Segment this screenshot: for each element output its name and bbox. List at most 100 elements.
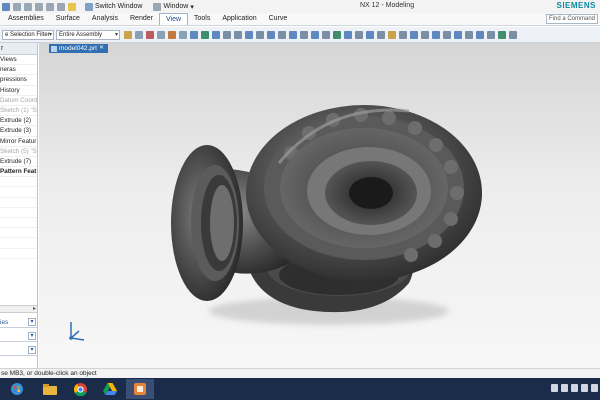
- color-icon[interactable]: [498, 30, 506, 39]
- navigator-panel-preview[interactable]: ▾: [0, 345, 37, 356]
- point-icon[interactable]: [223, 30, 231, 39]
- window-menu-button[interactable]: Window ▾: [153, 2, 194, 11]
- save-icon[interactable]: [13, 2, 21, 11]
- navigator-item[interactable]: History: [0, 86, 37, 96]
- navigator-item[interactable]: Sketch (1) "SK: [0, 106, 37, 117]
- navigator-horizontal-scrollbar[interactable]: ▸: [0, 305, 37, 313]
- system-tray: [551, 384, 598, 392]
- navigator-item[interactable]: pressions: [0, 75, 37, 86]
- nx-logo-icon[interactable]: [2, 2, 10, 11]
- end-point-icon[interactable]: [256, 30, 264, 39]
- navigator-panel-details[interactable]: ▾: [0, 331, 37, 342]
- undo-icon[interactable]: [24, 2, 32, 11]
- tangent-icon[interactable]: [311, 30, 319, 39]
- pump-housing-model[interactable]: [39, 43, 600, 368]
- pan-icon[interactable]: [432, 30, 440, 39]
- tab-render[interactable]: Render: [124, 13, 159, 25]
- chrome-icon: [73, 382, 87, 396]
- navigator-empty-row: [0, 249, 37, 259]
- section-view-icon[interactable]: [212, 30, 220, 39]
- orient-view-icon[interactable]: [399, 30, 407, 39]
- navigator-item[interactable]: Mirror Featur: [0, 137, 37, 147]
- chevron-down-icon[interactable]: ▾: [28, 346, 36, 354]
- title-bar: Switch Window Window ▾ NX 12 - Modeling …: [0, 0, 600, 13]
- navigator-item[interactable]: Datum Coord: [0, 96, 37, 106]
- status-bar: se MB3, or double-click an object: [0, 368, 600, 378]
- graphics-window[interactable]: model042.prt ✕: [39, 43, 600, 368]
- tab-view[interactable]: View: [158, 13, 189, 25]
- deselect-icon[interactable]: [135, 30, 143, 39]
- volume-icon[interactable]: [581, 384, 588, 392]
- cut-icon[interactable]: [46, 2, 54, 11]
- tab-assemblies[interactable]: Assemblies: [2, 13, 50, 25]
- battery-icon[interactable]: [571, 384, 578, 392]
- network-icon[interactable]: [561, 384, 568, 392]
- navigator-item[interactable]: Pattern Feat: [0, 167, 37, 178]
- lasso-icon[interactable]: [157, 30, 165, 39]
- quick-access-toolbar: Switch Window Window ▾: [0, 2, 194, 11]
- tab-tools[interactable]: Tools: [188, 13, 216, 25]
- shaded-view-icon[interactable]: [190, 30, 198, 39]
- snap-icon[interactable]: [168, 30, 176, 39]
- select-all-icon[interactable]: [124, 30, 132, 39]
- edge-icon[interactable]: [355, 30, 363, 39]
- tray-chevron-icon[interactable]: [551, 384, 558, 392]
- window-title: NX 12 - Modeling: [360, 2, 415, 9]
- navigator-item[interactable]: Extrude (2): [0, 116, 37, 127]
- copy-icon[interactable]: [57, 2, 65, 11]
- part-navigator: r Views neras pressions History Datum Co…: [0, 43, 38, 368]
- settings-icon[interactable]: [487, 30, 495, 39]
- start-button[interactable]: [0, 379, 34, 399]
- switch-window-icon: [85, 2, 93, 11]
- layer-icon[interactable]: [377, 30, 385, 39]
- paste-icon[interactable]: [68, 2, 76, 11]
- coordinate-triad-icon[interactable]: [65, 318, 87, 344]
- zoom-icon[interactable]: [421, 30, 429, 39]
- tab-analysis[interactable]: Analysis: [86, 13, 124, 25]
- wireframe-icon[interactable]: [201, 30, 209, 39]
- assembly-scope-select[interactable]: Entire Assembly: [56, 29, 120, 40]
- line-icon[interactable]: [234, 30, 242, 39]
- intersection-icon[interactable]: [300, 30, 308, 39]
- chevron-down-icon[interactable]: ▾: [28, 332, 36, 340]
- perpendicular-icon[interactable]: [322, 30, 330, 39]
- navigator-panel-dependencies[interactable]: ies ▾: [0, 317, 37, 328]
- show-hide-icon[interactable]: [388, 30, 396, 39]
- feature-icon[interactable]: [366, 30, 374, 39]
- navigator-item[interactable]: Extrude (3): [0, 126, 37, 137]
- taskbar-chrome[interactable]: [66, 379, 94, 399]
- taskbar-file-explorer[interactable]: [36, 379, 64, 399]
- navigator-item[interactable]: Views: [0, 55, 37, 66]
- navigator-empty-row: [0, 177, 37, 188]
- command-search-input[interactable]: Find a Command: [546, 14, 598, 24]
- mid-point-icon[interactable]: [267, 30, 275, 39]
- curve-icon[interactable]: [245, 30, 253, 39]
- rectangle-select-icon[interactable]: [179, 30, 187, 39]
- center-point-icon[interactable]: [278, 30, 286, 39]
- tab-curve[interactable]: Curve: [263, 13, 294, 25]
- grid-icon[interactable]: [465, 30, 473, 39]
- navigator-item[interactable]: Extrude (7): [0, 157, 37, 168]
- redo-icon[interactable]: [35, 2, 43, 11]
- taskbar-nx-app[interactable]: [126, 379, 154, 399]
- face-icon[interactable]: [333, 30, 341, 39]
- fit-icon[interactable]: [410, 30, 418, 39]
- body-icon[interactable]: [344, 30, 352, 39]
- scroll-right-icon[interactable]: ▸: [33, 305, 36, 312]
- table-icon[interactable]: [476, 30, 484, 39]
- tab-surface[interactable]: Surface: [50, 13, 86, 25]
- chevron-down-icon[interactable]: ▾: [28, 318, 36, 326]
- navigator-item[interactable]: neras: [0, 65, 37, 76]
- panel-label: ies: [0, 319, 9, 326]
- display-mode-icon[interactable]: [454, 30, 462, 39]
- quadrant-icon[interactable]: [289, 30, 297, 39]
- action-center-icon[interactable]: [591, 384, 598, 392]
- taskbar-google-drive[interactable]: [96, 379, 124, 399]
- more-icon[interactable]: [509, 30, 517, 39]
- rotate-icon[interactable]: [443, 30, 451, 39]
- filter-icon[interactable]: [146, 30, 154, 39]
- navigator-item[interactable]: Sketch (5) "SK: [0, 147, 37, 157]
- selection-filter-select[interactable]: e Selection Filter: [2, 29, 54, 40]
- tab-application[interactable]: Application: [216, 13, 262, 25]
- switch-window-button[interactable]: Switch Window: [85, 2, 142, 11]
